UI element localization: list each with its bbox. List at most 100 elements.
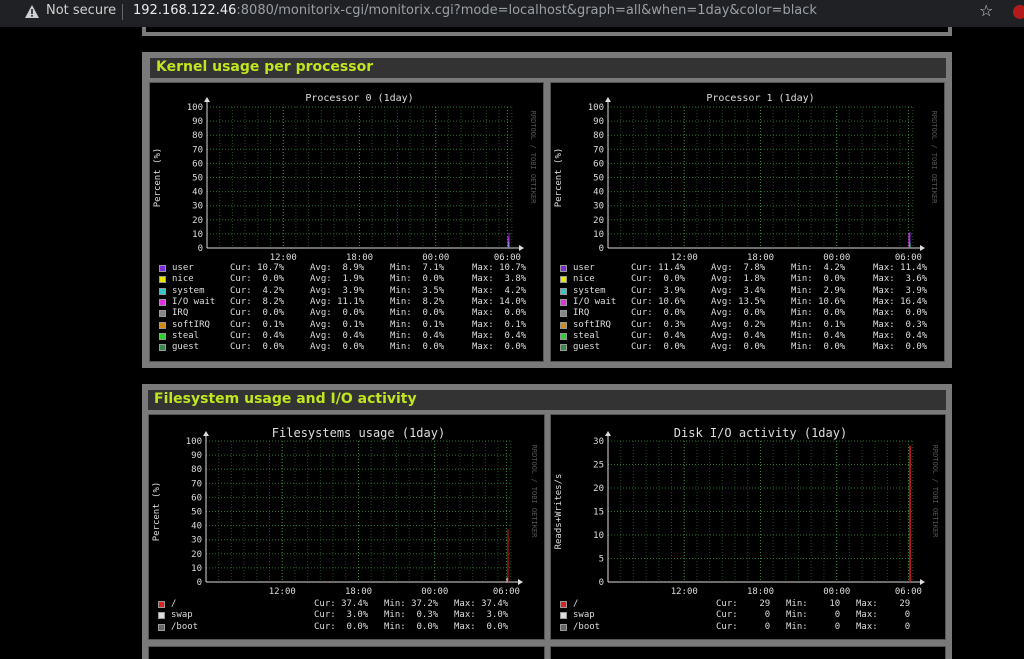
section-header: Kernel usage per processor <box>150 58 946 78</box>
previous-section-bottom <box>142 27 952 36</box>
legend-swatch <box>159 344 166 352</box>
graph-processor-1[interactable]: Processor 1 (1day) Percent (%) RRDTOOL / T… <box>550 82 945 362</box>
legend-value-avg: Avg: 11.1% <box>310 296 365 307</box>
section-title: Filesystem usage and I/O activity <box>154 391 417 407</box>
legend-swatch <box>560 321 567 329</box>
y-axis-label: Percent (%) <box>554 148 564 208</box>
legend-swatch <box>560 601 567 608</box>
legend-value-cur: Cur: 0.0% <box>230 274 285 285</box>
legend-row: / Cur: 37.4% Min: 37.2% Max: 37.4% <box>149 599 544 610</box>
legend-series-name: nice <box>172 274 194 285</box>
legend-swatch <box>159 265 166 272</box>
y-tick-label: 60 <box>191 493 202 503</box>
y-tick-label: 0 <box>197 578 202 588</box>
legend-series-name: softIRQ <box>172 319 210 330</box>
y-tick-label: 0 <box>599 578 604 588</box>
y-tick-label: 80 <box>593 131 604 141</box>
legend-row: system Cur: 4.2% Avg: 3.9% Min: 3.5% Max: 4.… <box>150 286 543 297</box>
y-tick-label: 70 <box>593 145 604 155</box>
y-axis-label: Percent (%) <box>152 482 162 542</box>
legend-value-avg: Avg: 0.2% <box>711 319 766 330</box>
legend-row: /boot Cur: 0 Min: 0 Max: 0 <box>551 622 945 633</box>
legend-swatch <box>159 310 166 318</box>
y-tick-label: 10 <box>593 531 604 541</box>
legend-swatch <box>560 287 567 295</box>
y-tick-label: 60 <box>593 159 604 169</box>
legend-swatch <box>560 612 567 620</box>
legend-swatch <box>560 623 567 631</box>
legend-value-min: Min: 0 <box>786 610 841 621</box>
legend-value-min: Min: 8.2% <box>390 296 445 307</box>
y-axis-arrow <box>605 431 611 436</box>
legend-value-avg: Avg: 3.9% <box>310 285 365 296</box>
graph-filesystems-usage[interactable]: Filesystems usage (1day) Percent (%) RRDTO… <box>148 414 545 640</box>
legend-value-cur: Cur: 3.0% <box>314 610 369 621</box>
legend-series-name: I/O wait <box>573 296 617 307</box>
url-text[interactable]: 192.168.122.46:8080/monitorix-cgi/monito… <box>133 3 817 18</box>
extension-icon[interactable] <box>1013 5 1024 19</box>
legend-series-name: IRQ <box>573 308 590 319</box>
legend-value-min: Min: 0.0% <box>791 342 846 353</box>
x-tick-label: 00:00 <box>823 253 850 263</box>
legend-series-name: IRQ <box>172 308 189 319</box>
y-tick-label: 0 <box>198 244 203 254</box>
y-tick-label: 70 <box>192 145 203 155</box>
legend-swatch <box>560 276 567 284</box>
legend-value-min: Min: 10 <box>786 599 841 609</box>
legend-value-max: Max: 14.0% <box>472 296 527 307</box>
warning-icon <box>25 5 39 18</box>
legend-value-max: Max: 11.4% <box>873 263 928 273</box>
legend-value-min: Min: 0.0% <box>390 274 445 285</box>
legend-value-cur: Cur: 0.0% <box>631 308 686 319</box>
legend-row: system Cur: 3.9% Avg: 3.4% Min: 2.9% Max: 3.… <box>551 286 944 297</box>
legend-value-min: Min: 0.1% <box>390 319 445 330</box>
legend-series-name: steal <box>172 330 200 341</box>
legend-row: I/O wait Cur: 8.2% Avg: 11.1% Min: 8.2% Max:… <box>150 297 543 308</box>
security-label[interactable]: Not secure <box>46 3 116 18</box>
legend-swatch <box>159 321 166 329</box>
x-tick-label: 06:00 <box>895 253 922 263</box>
y-axis-arrow <box>204 97 210 102</box>
y-tick-label: 100 <box>187 103 203 113</box>
legend-value-avg: Avg: 8.9% <box>310 263 365 273</box>
y-tick-label: 90 <box>191 451 202 461</box>
legend-value-min: Min: 7.1% <box>390 263 445 273</box>
legend-value-min: Min: 0.0% <box>390 342 445 353</box>
legend-row: guest Cur: 0.0% Avg: 0.0% Min: 0.0% Max: 0.0… <box>150 342 543 353</box>
section-header: Filesystem usage and I/O activity <box>148 390 946 410</box>
legend-row: guest Cur: 0.0% Avg: 0.0% Min: 0.0% Max: 0.0… <box>551 342 944 353</box>
y-tick-label: 40 <box>192 188 203 198</box>
graph-title: Disk I/O activity (1day) <box>674 426 847 440</box>
legend-series-name: system <box>172 285 205 296</box>
y-tick-label: 30 <box>191 536 202 546</box>
graph-disk-io-activity[interactable]: Disk I/O activity (1day) Reads+Writes/s RR… <box>550 414 946 640</box>
x-tick-label: 18:00 <box>747 253 774 263</box>
bookmark-star-icon[interactable]: ☆ <box>979 1 993 20</box>
legend-value-avg: Avg: 3.4% <box>711 285 766 296</box>
legend-value-max: Max: 0.0% <box>873 308 928 319</box>
x-tick-label: 12:00 <box>270 253 297 263</box>
x-axis-arrow <box>920 245 925 251</box>
legend-value-cur: Cur: 37.4% <box>314 599 369 609</box>
x-tick-label: 06:00 <box>493 587 520 597</box>
legend-value-min: Min: 0.4% <box>390 330 445 341</box>
legend-swatch <box>158 612 165 620</box>
legend-value-cur: Cur: 0.3% <box>631 319 686 330</box>
y-tick-label: 80 <box>192 131 203 141</box>
legend-row: IRQ Cur: 0.0% Avg: 0.0% Min: 0.0% Max: 0.0% <box>150 308 543 319</box>
legend-row: /boot Cur: 0.0% Min: 0.0% Max: 0.0% <box>149 622 544 633</box>
url-host: 192.168.122.46 <box>133 3 237 18</box>
legend-value-cur: Cur: 0.0% <box>631 342 686 353</box>
legend-series-name: / <box>171 599 177 609</box>
y-tick-label: 60 <box>192 159 203 169</box>
browser-address-bar[interactable]: Not secure 192.168.122.46:8080/monitorix… <box>0 0 1024 27</box>
graph-processor-0[interactable]: Processor 0 (1day) Percent (%) RRDTOOL / T… <box>149 82 544 362</box>
legend-value-max: Max: 0.4% <box>472 330 527 341</box>
legend-value-max: Max: 0.0% <box>472 308 527 319</box>
legend-value-avg: Avg: 0.4% <box>711 330 766 341</box>
legend-value-min: Min: 0.0% <box>384 621 439 632</box>
legend-series-name: system <box>573 285 606 296</box>
legend-value-max: Max: 0 <box>856 621 911 632</box>
legend-value-avg: Avg: 0.4% <box>310 330 365 341</box>
legend-value-cur: Cur: 0.4% <box>230 330 285 341</box>
